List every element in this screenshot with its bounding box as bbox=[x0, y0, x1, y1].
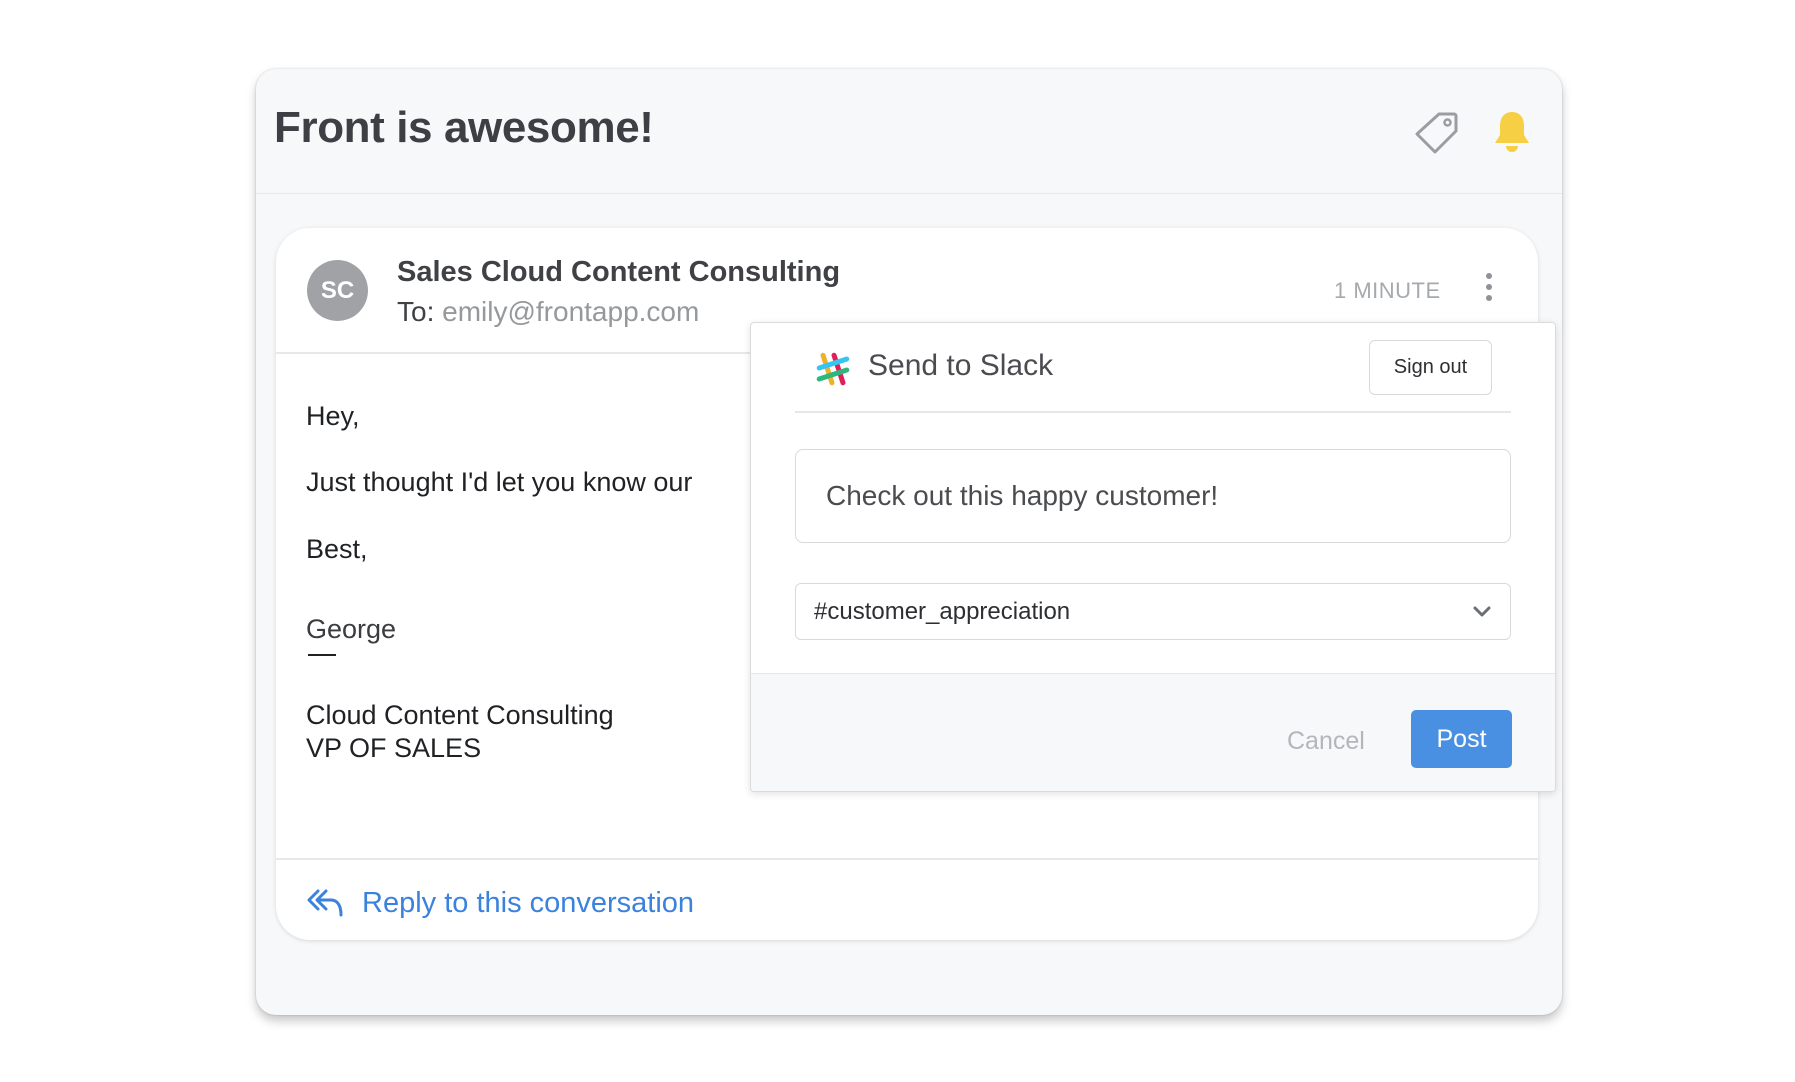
signature-role: VP OF SALES bbox=[306, 733, 482, 763]
avatar: SC bbox=[307, 260, 368, 321]
popup-title: Send to Slack bbox=[868, 349, 1054, 382]
reply-all-icon bbox=[307, 889, 343, 917]
conversation-header: Front is awesome! bbox=[256, 69, 1562, 194]
send-to-slack-popup: Send to Slack Sign out Check out this ha… bbox=[750, 322, 1556, 792]
recipient-email: emily@frontapp.com bbox=[442, 296, 700, 327]
signature-company: Cloud Content Consulting bbox=[306, 700, 614, 730]
more-options-icon[interactable] bbox=[1479, 270, 1499, 308]
cancel-button[interactable]: Cancel bbox=[1287, 712, 1365, 770]
signature-name: George bbox=[306, 614, 397, 644]
bell-icon[interactable] bbox=[1487, 107, 1537, 157]
slack-message-input[interactable]: Check out this happy customer! bbox=[795, 449, 1511, 543]
tag-icon[interactable] bbox=[1412, 107, 1462, 157]
recipient-line: To: emily@frontapp.com bbox=[397, 296, 699, 328]
chevron-down-icon bbox=[1473, 606, 1491, 616]
timestamp: 1 MINUTE bbox=[1334, 278, 1441, 303]
divider bbox=[795, 411, 1511, 413]
body-greeting: Hey, bbox=[306, 401, 360, 431]
reply-button[interactable]: Reply to this conversation bbox=[306, 880, 694, 926]
reply-label: Reply to this conversation bbox=[362, 886, 695, 919]
sign-out-button[interactable]: Sign out bbox=[1369, 340, 1492, 395]
sender-name: Sales Cloud Content Consulting bbox=[397, 256, 841, 288]
body-line: Just thought I'd let you know our bbox=[306, 467, 693, 497]
slack-logo-icon bbox=[816, 352, 850, 386]
conversation-title: Front is awesome! bbox=[274, 103, 654, 152]
channel-select[interactable]: #customer_appreciation bbox=[795, 583, 1511, 640]
channel-selected-value: #customer_appreciation bbox=[814, 597, 1071, 625]
to-label: To: bbox=[397, 296, 443, 327]
popup-footer: Cancel Post bbox=[751, 673, 1555, 791]
signature-dash bbox=[308, 654, 336, 656]
divider bbox=[276, 858, 1538, 860]
post-button[interactable]: Post bbox=[1411, 710, 1512, 768]
body-closing: Best, bbox=[306, 534, 368, 564]
